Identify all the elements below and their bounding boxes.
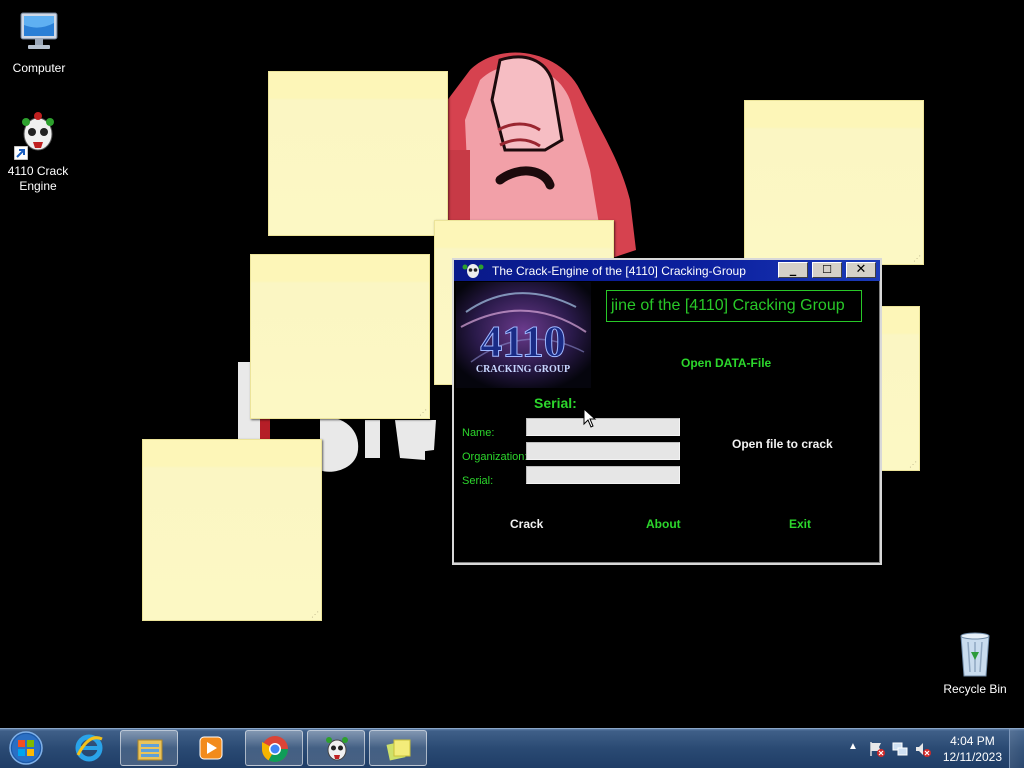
recycle-bin-icon <box>951 630 999 678</box>
desktop-icon-label: 4110 Crack Engine <box>7 164 69 193</box>
taskbar: ▲ 4:04 PM 12/11/2023 <box>0 728 1024 768</box>
window-title-bar[interactable]: The Crack-Engine of the [4110] Cracking-… <box>454 260 880 281</box>
close-button[interactable]: ✕ <box>846 262 876 278</box>
clock-time: 4:04 PM <box>950 734 995 748</box>
action-center-flag-icon[interactable] <box>868 740 886 758</box>
name-label: Name: <box>462 427 495 439</box>
desktop-icon-label: Computer <box>12 61 66 75</box>
network-icon[interactable] <box>891 740 909 758</box>
cracking-group-logo-image: 4110 CRACKING GROUP <box>456 282 591 388</box>
scrolling-title-marquee: jine of the [4110] Cracking Group <box>606 290 862 322</box>
clock-date: 12/11/2023 <box>942 750 1002 764</box>
resize-grip[interactable]: ⋰ <box>913 255 921 263</box>
shortcut-arrow-icon <box>14 146 28 160</box>
system-tray: ▲ 4:04 PM 12/11/2023 <box>834 729 1024 768</box>
volume-muted-icon[interactable] <box>914 740 932 758</box>
serial-input[interactable] <box>526 466 680 484</box>
about-button[interactable]: About <box>646 517 681 531</box>
mouse-cursor-icon <box>583 408 597 428</box>
taskbar-windows-explorer[interactable] <box>120 730 178 766</box>
computer-icon <box>15 9 63 57</box>
name-input[interactable] <box>526 418 680 436</box>
chrome-icon <box>261 736 289 763</box>
media-player-icon <box>199 736 223 760</box>
taskbar-media-player[interactable] <box>182 730 240 766</box>
internet-explorer-icon <box>75 734 103 762</box>
desktop-icon-recycle-bin[interactable]: Recycle Bin <box>937 630 1013 697</box>
open-file-to-crack-button[interactable]: Open file to crack <box>732 437 833 451</box>
desktop-icon-4110-crack-engine[interactable]: 4110 Crack Engine <box>0 112 76 194</box>
sticky-note[interactable]: ⋰ <box>142 439 322 621</box>
exit-button[interactable]: Exit <box>789 517 811 531</box>
desktop-icon-computer[interactable]: Computer <box>1 9 77 76</box>
maximize-button[interactable]: ☐ <box>812 262 842 278</box>
minimize-button[interactable]: _ <box>778 262 808 278</box>
maximize-icon: ☐ <box>822 263 832 276</box>
logo-subtext: CRACKING GROUP <box>476 364 570 375</box>
taskbar-sticky-notes[interactable] <box>369 730 427 766</box>
close-icon: ✕ <box>855 262 867 277</box>
skull-clown-icon <box>14 112 62 160</box>
organization-input[interactable] <box>526 442 680 460</box>
taskbar-crack-engine[interactable] <box>307 730 365 766</box>
sticky-notes-icon <box>386 739 411 761</box>
crack-button[interactable]: Crack <box>510 517 543 531</box>
organization-label: Organization: <box>462 451 528 463</box>
skull-clown-icon <box>462 264 484 278</box>
desktop-icon-label: Recycle Bin <box>943 682 1007 696</box>
open-data-file-button[interactable]: Open DATA-File <box>681 356 771 370</box>
show-hidden-icons-arrow[interactable]: ▲ <box>848 741 858 752</box>
resize-grip[interactable]: ⋰ <box>909 461 917 469</box>
crack-engine-window[interactable]: The Crack-Engine of the [4110] Cracking-… <box>452 258 882 565</box>
minimize-icon: _ <box>789 262 797 277</box>
sticky-note[interactable]: ⋰ <box>268 71 448 236</box>
serial-label: Serial: <box>462 475 494 487</box>
resize-grip[interactable]: ⋰ <box>419 409 427 417</box>
sticky-note[interactable]: ⋰ <box>744 100 924 265</box>
sticky-note[interactable]: ⋰ <box>250 254 430 419</box>
folder-library-icon <box>137 739 163 761</box>
resize-grip[interactable]: ⋰ <box>311 611 319 619</box>
clock[interactable]: 4:04 PM 12/11/2023 <box>943 733 1002 765</box>
skull-clown-icon <box>326 737 348 761</box>
windows-start-orb[interactable] <box>3 728 49 768</box>
taskbar-chrome[interactable] <box>245 730 303 766</box>
show-desktop-button[interactable] <box>1009 729 1024 768</box>
logo-number-text: 4110 <box>480 317 566 366</box>
taskbar-internet-explorer[interactable] <box>60 730 118 766</box>
serial-heading: Serial: <box>534 395 577 411</box>
window-title: The Crack-Engine of the [4110] Cracking-… <box>492 264 746 278</box>
